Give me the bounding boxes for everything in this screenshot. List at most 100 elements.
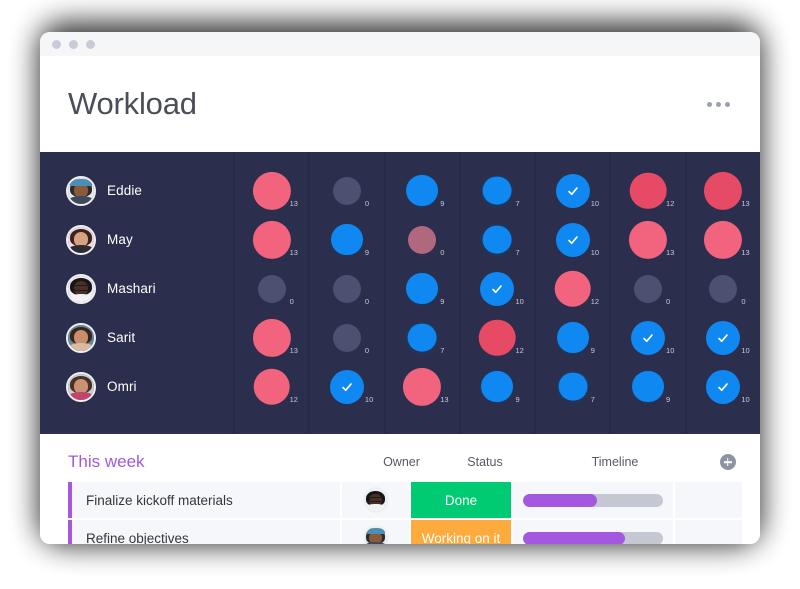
bubble-core xyxy=(558,372,588,401)
workload-bubble xyxy=(329,222,364,257)
workload-cell[interactable]: 0 xyxy=(310,313,383,362)
workload-cell[interactable]: 13 xyxy=(386,362,459,411)
workload-cell[interactable]: 12 xyxy=(235,362,308,411)
workload-cell[interactable]: 13 xyxy=(687,166,760,215)
avatar-eddie xyxy=(66,175,96,206)
workload-count: 13 xyxy=(666,247,675,257)
workload-cell[interactable]: 7 xyxy=(461,215,534,264)
window-maximize-dot[interactable] xyxy=(86,39,95,49)
workload-count: 9 xyxy=(440,296,445,306)
workload-cell[interactable]: 9 xyxy=(536,313,609,362)
workload-cell[interactable]: 0 xyxy=(310,264,383,313)
status-badge[interactable]: Working on it xyxy=(411,520,511,544)
task-rows: Finalize kickoff materials Done Refine obj… xyxy=(40,482,760,544)
workload-cell[interactable]: 9 xyxy=(461,362,534,411)
workload-count: 12 xyxy=(515,345,524,355)
task-timeline-cell[interactable] xyxy=(513,520,673,544)
workload-cell[interactable]: 12 xyxy=(536,264,609,313)
workload-count: 9 xyxy=(364,247,370,257)
workload-bubble xyxy=(330,321,364,355)
workload-cell[interactable]: 10 xyxy=(611,313,684,362)
row-empty-cell[interactable] xyxy=(675,482,742,518)
bubble-core xyxy=(556,321,589,354)
column-header-status[interactable]: Status xyxy=(435,455,535,469)
workload-cell[interactable]: 9 xyxy=(611,362,684,411)
workload-person-row[interactable]: May xyxy=(40,215,233,264)
workload-count: 9 xyxy=(590,345,595,355)
workload-bubble xyxy=(628,220,668,259)
bubble-core xyxy=(631,320,666,355)
workload-count: 12 xyxy=(590,296,600,306)
workload-person-row[interactable]: Omri xyxy=(40,362,233,411)
workload-cell[interactable]: 13 xyxy=(235,215,308,264)
workload-cell[interactable]: 10 xyxy=(310,362,383,411)
workload-bubble xyxy=(555,320,590,355)
check-icon xyxy=(718,333,729,342)
workload-cell[interactable]: 13 xyxy=(235,313,308,362)
task-board: This week Owner Status Timeline Finalize… xyxy=(40,434,760,544)
workload-cell[interactable]: 9 xyxy=(386,264,459,313)
table-row[interactable]: Finalize kickoff materials Done xyxy=(40,482,760,518)
task-name[interactable]: Refine objectives xyxy=(72,520,340,544)
workload-cell[interactable]: 13 xyxy=(235,166,308,215)
workload-column: 7 7 10 12 9 xyxy=(458,152,534,434)
workload-column: 0 9 0 0 10 xyxy=(308,152,383,434)
workload-cell[interactable]: 7 xyxy=(536,362,609,411)
task-owner-cell[interactable] xyxy=(342,482,409,518)
bubble-core xyxy=(706,320,741,355)
workload-count: 7 xyxy=(440,345,445,355)
bubble-core xyxy=(634,274,663,303)
workload-count: 12 xyxy=(289,394,298,404)
workload-cell[interactable]: 9 xyxy=(386,166,459,215)
table-row[interactable]: Refine objectives Working on it xyxy=(40,520,760,544)
workload-cell[interactable]: 10 xyxy=(461,264,534,313)
workload-cell[interactable]: 0 xyxy=(235,264,308,313)
task-name[interactable]: Finalize kickoff materials xyxy=(72,482,340,518)
workload-person-row[interactable]: Mashari xyxy=(40,264,233,313)
workload-count: 13 xyxy=(289,345,298,355)
avatar-mashari xyxy=(362,487,389,513)
board-group-title[interactable]: This week xyxy=(40,452,368,472)
status-badge[interactable]: Done xyxy=(411,482,511,518)
kebab-menu-icon[interactable] xyxy=(707,101,730,107)
add-column-button[interactable] xyxy=(695,454,760,470)
workload-person-row[interactable]: Sarit xyxy=(40,313,233,362)
workload-cell[interactable]: 7 xyxy=(461,166,534,215)
workload-cell[interactable]: 7 xyxy=(386,313,459,362)
workload-cell[interactable]: 12 xyxy=(611,166,684,215)
workload-count: 10 xyxy=(364,394,374,404)
column-header-owner[interactable]: Owner xyxy=(368,455,435,469)
workload-person-row[interactable]: Eddie xyxy=(40,166,233,215)
task-timeline-cell[interactable] xyxy=(513,482,673,518)
column-header-timeline[interactable]: Timeline xyxy=(535,455,695,469)
check-icon xyxy=(492,284,503,293)
window-minimize-dot[interactable] xyxy=(69,39,78,49)
workload-cell[interactable]: 10 xyxy=(687,362,760,411)
workload-cell[interactable]: 0 xyxy=(687,264,760,313)
workload-cell[interactable]: 10 xyxy=(687,313,760,362)
workload-bubble xyxy=(405,223,439,257)
workload-cell[interactable]: 0 xyxy=(611,264,684,313)
workload-cell[interactable]: 10 xyxy=(536,215,609,264)
workload-cell[interactable]: 12 xyxy=(461,313,534,362)
task-owner-cell[interactable] xyxy=(342,520,409,544)
workload-cell[interactable]: 9 xyxy=(310,215,383,264)
workload-bubble xyxy=(479,319,516,356)
workload-count: 10 xyxy=(666,345,675,355)
workload-bubble xyxy=(480,271,515,306)
workload-count: 13 xyxy=(289,198,298,208)
workload-count: 0 xyxy=(741,296,746,306)
workload-cell[interactable]: 0 xyxy=(310,166,383,215)
window-close-dot[interactable] xyxy=(52,39,61,49)
workload-bubble xyxy=(555,173,590,208)
workload-bubble xyxy=(629,172,667,209)
row-empty-cell[interactable] xyxy=(675,520,742,544)
person-name: Mashari xyxy=(107,281,156,296)
workload-cell[interactable]: 0 xyxy=(386,215,459,264)
check-icon xyxy=(567,186,578,195)
workload-bubble xyxy=(329,369,364,404)
workload-cell[interactable]: 13 xyxy=(611,215,684,264)
workload-cell[interactable]: 13 xyxy=(687,215,760,264)
workload-cell[interactable]: 10 xyxy=(536,166,609,215)
workload-count: 9 xyxy=(515,394,520,404)
